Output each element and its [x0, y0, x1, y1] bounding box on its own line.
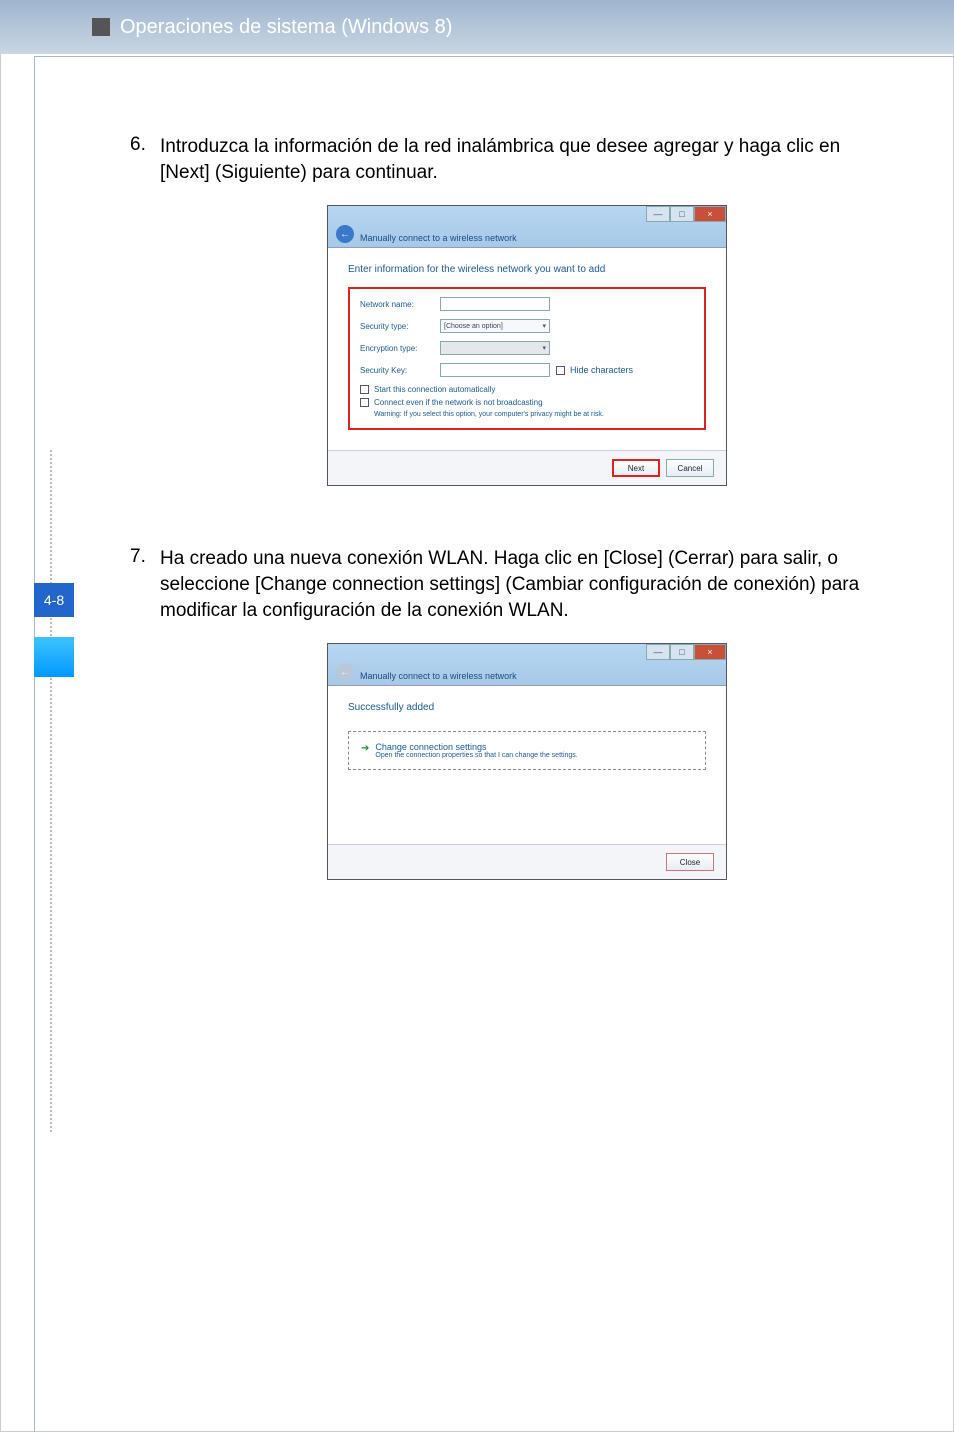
success-dialog: — □ × ← Manually connect to a wireless n… — [327, 643, 727, 880]
dialog-body: Successfully added ➔ Change connection s… — [328, 686, 726, 844]
encryption-type-label: Encryption type: — [360, 344, 440, 353]
change-settings-subtitle: Open the connection properties so that I… — [375, 752, 577, 759]
hide-characters-checkbox[interactable] — [556, 366, 565, 375]
security-key-row: Security Key: Hide characters — [360, 363, 694, 377]
chevron-down-icon: ▾ — [542, 344, 546, 352]
close-dialog-button[interactable]: Close — [666, 853, 714, 871]
security-key-label: Security Key: — [360, 366, 440, 375]
titlebar-text: Manually connect to a wireless network — [360, 233, 517, 243]
titlebar-text: Manually connect to a wireless network — [360, 671, 517, 681]
network-name-row: Network name: — [360, 297, 694, 311]
window-controls: — □ × — [646, 206, 726, 222]
change-settings-row: ➔ Change connection settings Open the co… — [361, 742, 693, 759]
hide-characters-label: Hide characters — [570, 365, 633, 375]
close-button[interactable]: × — [694, 644, 726, 660]
highlighted-form: Network name: Security type: [Choose an … — [348, 287, 706, 430]
window-controls: — □ × — [646, 644, 726, 660]
change-settings-box[interactable]: ➔ Change connection settings Open the co… — [348, 731, 706, 770]
hide-chars-wrap: Hide characters — [556, 365, 633, 375]
network-name-label: Network name: — [360, 300, 440, 309]
dialog-titlebar: — □ × ← Manually connect to a wireless n… — [328, 206, 726, 248]
encryption-type-select: ▾ — [440, 341, 550, 355]
maximize-button[interactable]: □ — [670, 206, 694, 222]
step-7: 7. Ha creado una nueva conexión WLAN. Ha… — [130, 546, 894, 900]
steps-list: 6. Introduzca la información de la red i… — [130, 134, 894, 900]
network-name-input[interactable] — [440, 297, 550, 311]
dialog-footer: Close — [328, 844, 726, 879]
connect-hidden-row: Connect even if the network is not broad… — [360, 398, 694, 407]
chevron-down-icon: ▾ — [542, 322, 546, 330]
security-type-row: Security type: [Choose an option] ▾ — [360, 319, 694, 333]
security-key-input[interactable] — [440, 363, 550, 377]
step-number: 6. — [130, 134, 160, 506]
step-body: Ha creado una nueva conexión WLAN. Haga … — [160, 546, 894, 900]
header-bar: Operaciones de sistema (Windows 8) — [0, 0, 954, 54]
next-button[interactable]: Next — [612, 459, 660, 477]
minimize-button[interactable]: — — [646, 206, 670, 222]
step-text: Ha creado una nueva conexión WLAN. Haga … — [160, 546, 894, 623]
back-icon[interactable]: ← — [336, 663, 354, 681]
maximize-button[interactable]: □ — [670, 644, 694, 660]
header-title: Operaciones de sistema (Windows 8) — [120, 16, 452, 39]
auto-start-checkbox[interactable] — [360, 385, 369, 394]
security-type-value: [Choose an option] — [444, 323, 503, 330]
minimize-button[interactable]: — — [646, 644, 670, 660]
content-area: 6. Introduzca la información de la red i… — [0, 54, 954, 1432]
back-icon[interactable]: ← — [336, 225, 354, 243]
dialog-footer: Next Cancel — [328, 450, 726, 485]
encryption-type-row: Encryption type: ▾ — [360, 341, 694, 355]
privacy-warning: Warning: If you select this option, your… — [374, 411, 694, 418]
connect-hidden-label: Connect even if the network is not broad… — [374, 398, 543, 407]
wireless-add-dialog: — □ × ← Manually connect to a wireless n… — [327, 205, 727, 486]
security-type-label: Security type: — [360, 322, 440, 331]
step-body: Introduzca la información de la red inal… — [160, 134, 894, 506]
change-text-wrap: Change connection settings Open the conn… — [375, 742, 577, 759]
step-6: 6. Introduzca la información de la red i… — [130, 134, 894, 506]
auto-start-label: Start this connection automatically — [374, 385, 495, 394]
connect-hidden-checkbox[interactable] — [360, 398, 369, 407]
header-marker — [92, 18, 110, 36]
close-button[interactable]: × — [694, 206, 726, 222]
dialog-body: Enter information for the wireless netwo… — [328, 248, 726, 450]
auto-start-row: Start this connection automatically — [360, 385, 694, 394]
success-heading: Successfully added — [348, 702, 706, 713]
cancel-button[interactable]: Cancel — [666, 459, 714, 477]
step-text: Introduzca la información de la red inal… — [160, 134, 894, 185]
security-type-select[interactable]: [Choose an option] ▾ — [440, 319, 550, 333]
dialog-heading: Enter information for the wireless netwo… — [348, 264, 706, 275]
dialog-titlebar: — □ × ← Manually connect to a wireless n… — [328, 644, 726, 686]
step-number: 7. — [130, 546, 160, 900]
change-settings-title: Change connection settings — [375, 742, 577, 752]
arrow-right-icon: ➔ — [361, 743, 369, 754]
